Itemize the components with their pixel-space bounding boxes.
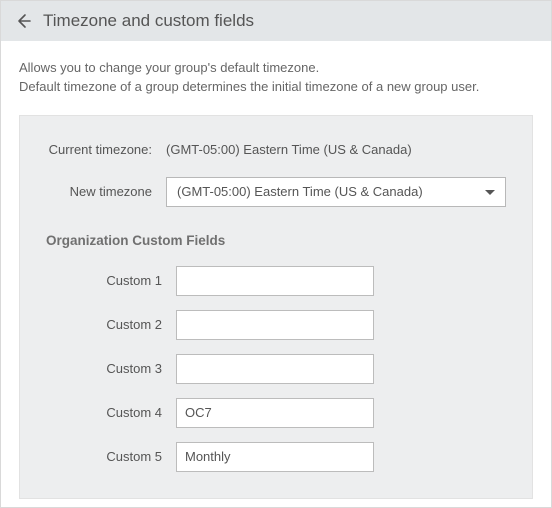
custom-field-row: Custom 1 <box>46 266 506 296</box>
settings-panel: Current timezone: (GMT-05:00) Eastern Ti… <box>19 115 533 499</box>
current-timezone-row: Current timezone: (GMT-05:00) Eastern Ti… <box>46 142 506 157</box>
custom-2-input[interactable] <box>176 310 374 340</box>
window: Timezone and custom fields Allows you to… <box>0 0 552 508</box>
custom-field-row: Custom 3 <box>46 354 506 384</box>
custom-fields-heading: Organization Custom Fields <box>46 233 506 248</box>
description-line1: Allows you to change your group's defaul… <box>19 60 319 75</box>
custom-field-label: Custom 3 <box>46 361 176 376</box>
custom-field-row: Custom 4 <box>46 398 506 428</box>
page-title: Timezone and custom fields <box>43 11 254 31</box>
custom-field-label: Custom 1 <box>46 273 176 288</box>
back-button[interactable] <box>13 11 33 31</box>
custom-field-label: Custom 4 <box>46 405 176 420</box>
new-timezone-row: New timezone (GMT-05:00) Eastern Time (U… <box>46 177 506 207</box>
arrow-left-icon <box>15 13 31 29</box>
custom-field-label: Custom 5 <box>46 449 176 464</box>
current-timezone-value: (GMT-05:00) Eastern Time (US & Canada) <box>166 142 412 157</box>
custom-1-input[interactable] <box>176 266 374 296</box>
new-timezone-label: New timezone <box>46 184 166 199</box>
custom-5-input[interactable] <box>176 442 374 472</box>
custom-field-row: Custom 5 <box>46 442 506 472</box>
custom-4-input[interactable] <box>176 398 374 428</box>
custom-field-label: Custom 2 <box>46 317 176 332</box>
chevron-down-icon <box>485 184 495 199</box>
new-timezone-select[interactable]: (GMT-05:00) Eastern Time (US & Canada) <box>166 177 506 207</box>
custom-field-row: Custom 2 <box>46 310 506 340</box>
description-line2: Default timezone of a group determines t… <box>19 79 479 94</box>
description: Allows you to change your group's defaul… <box>19 59 533 97</box>
custom-3-input[interactable] <box>176 354 374 384</box>
titlebar: Timezone and custom fields <box>1 1 551 41</box>
content: Allows you to change your group's defaul… <box>1 41 551 507</box>
new-timezone-selected: (GMT-05:00) Eastern Time (US & Canada) <box>177 184 423 199</box>
current-timezone-label: Current timezone: <box>46 142 166 157</box>
